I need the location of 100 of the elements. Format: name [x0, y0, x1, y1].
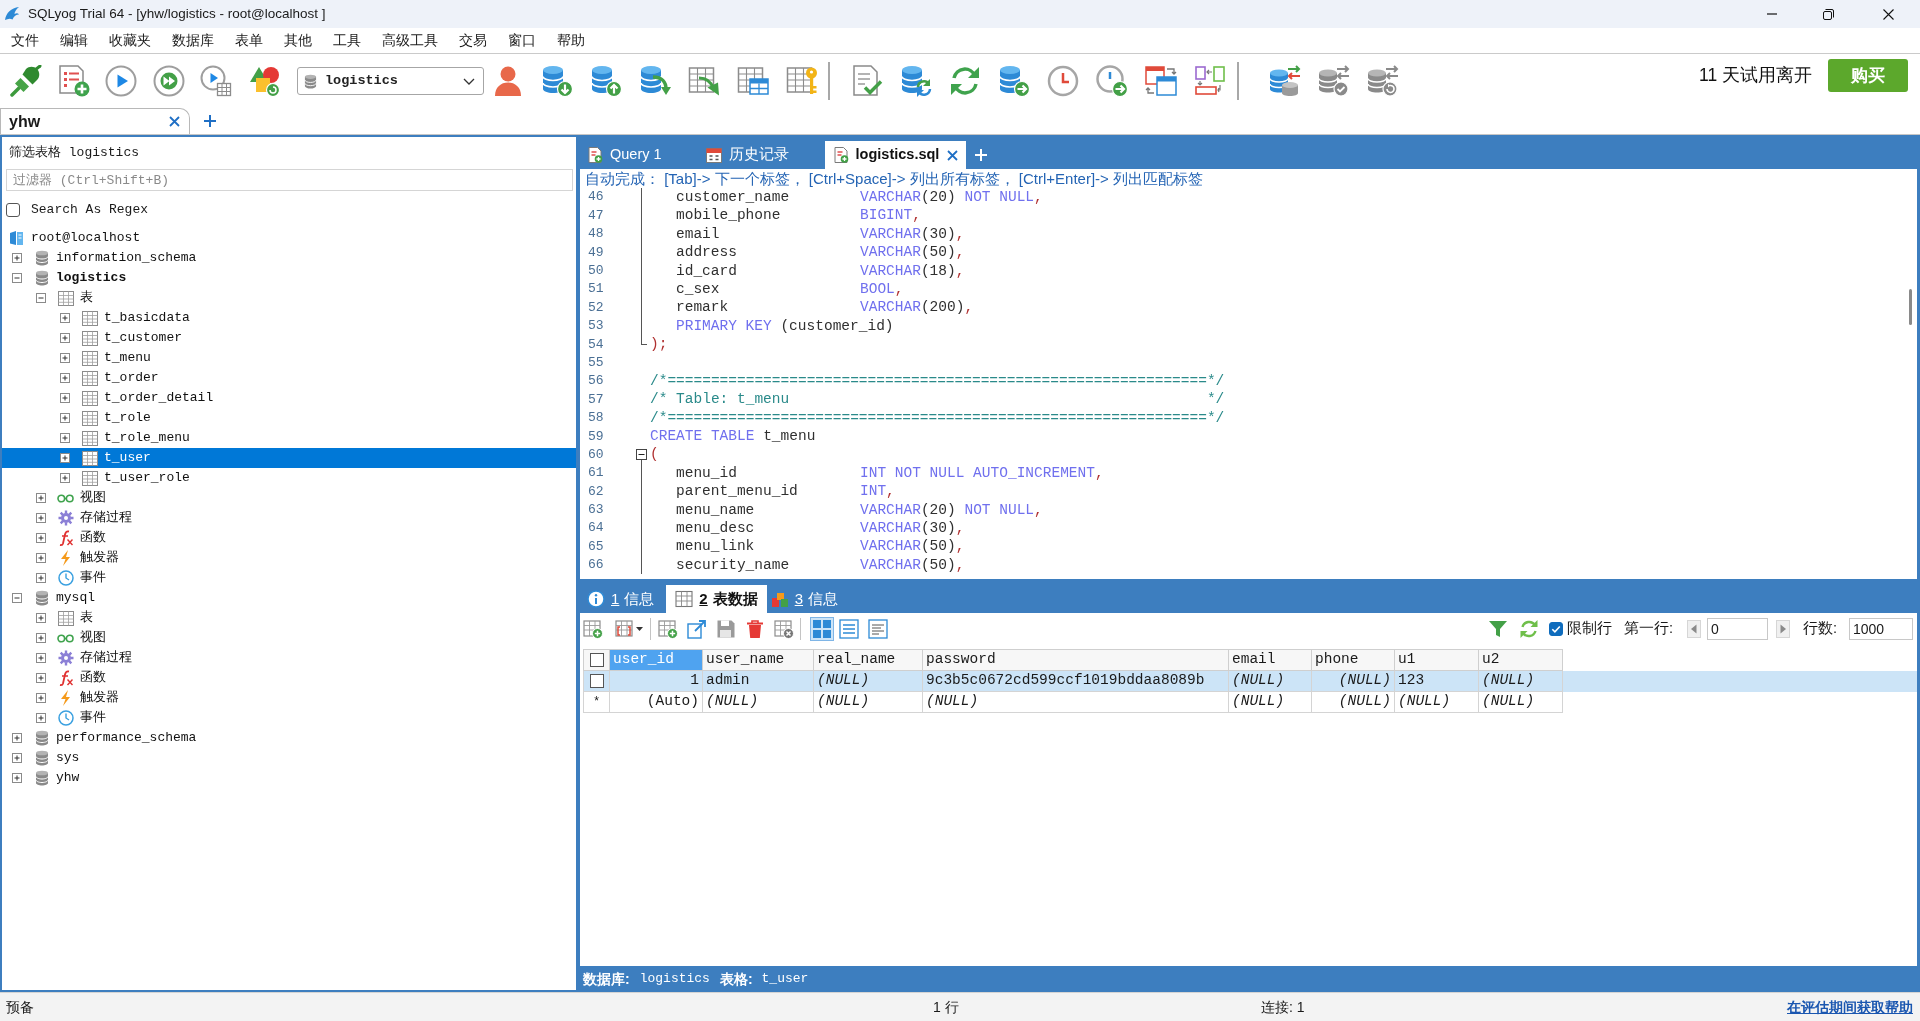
tree-item[interactable]: t_user_role	[104, 468, 190, 488]
fast-forward-icon[interactable]	[152, 65, 185, 97]
plus-box-icon[interactable]	[60, 313, 70, 323]
menu-item[interactable]: 文件	[11, 30, 39, 51]
plus-box-icon[interactable]	[12, 733, 22, 743]
menu-item[interactable]: 其他	[284, 30, 312, 51]
menu-item[interactable]: 数据库	[172, 30, 214, 51]
menu-item[interactable]: 编辑	[60, 30, 88, 51]
plus-box-icon[interactable]	[36, 673, 46, 683]
checkbox[interactable]	[6, 203, 20, 217]
restore-icon[interactable]	[1823, 8, 1834, 20]
plus-box-icon[interactable]	[60, 373, 70, 383]
menu-item[interactable]: 收藏夹	[109, 30, 151, 51]
plus-box-icon[interactable]	[60, 433, 70, 443]
plus-box-icon[interactable]	[36, 533, 46, 543]
windows-arrows-icon[interactable]	[1145, 65, 1177, 97]
menu-item[interactable]: 高级工具	[382, 30, 438, 51]
tree-item[interactable]: root@localhost	[31, 228, 141, 248]
table-add-icon[interactable]	[658, 619, 678, 639]
caret-icon[interactable]	[636, 627, 643, 631]
trash-icon[interactable]	[745, 619, 765, 639]
database-upload-icon[interactable]	[590, 65, 622, 97]
database-restore-icon[interactable]	[1367, 65, 1399, 97]
shapes-icon[interactable]	[247, 65, 280, 97]
plus-box-icon[interactable]	[36, 553, 46, 563]
minus-box-icon[interactable]	[12, 273, 22, 283]
column-header[interactable]: u1	[1395, 649, 1479, 671]
form-view-icon[interactable]	[837, 617, 861, 641]
plus-box-icon[interactable]	[60, 473, 70, 483]
menu-item[interactable]: 表单	[235, 30, 263, 51]
table-window-icon[interactable]	[737, 65, 769, 97]
database-select[interactable]: logistics	[297, 67, 484, 95]
close-icon[interactable]	[1883, 8, 1894, 20]
text-view-icon[interactable]	[866, 617, 890, 641]
database-transfer-icon[interactable]	[1269, 65, 1301, 97]
plus-box-icon[interactable]	[60, 453, 70, 463]
table-cancel-icon[interactable]	[774, 619, 794, 639]
plus-box-icon[interactable]	[60, 353, 70, 363]
plus-box-icon[interactable]	[36, 693, 46, 703]
tree-item[interactable]: 存储过程	[80, 508, 132, 528]
minus-box-icon[interactable]	[36, 293, 46, 303]
plus-box-icon[interactable]	[12, 253, 22, 263]
clock-icon[interactable]	[1047, 65, 1079, 97]
plus-box-icon[interactable]	[60, 393, 70, 403]
plus-box-icon[interactable]	[60, 413, 70, 423]
plus-box-icon[interactable]	[36, 713, 46, 723]
filter-field[interactable]: 过滤器 (Ctrl+Shift+B)	[6, 169, 573, 191]
refresh-icon[interactable]	[1518, 619, 1539, 639]
fold-minus-icon[interactable]	[636, 449, 647, 461]
plus-box-icon[interactable]	[36, 653, 46, 663]
help-link[interactable]: 在评估期间获取帮助	[1787, 996, 1913, 1018]
refresh-icon[interactable]	[949, 65, 981, 97]
row-count-field[interactable]: 1000	[1849, 618, 1913, 640]
tree-item[interactable]: 视图	[80, 628, 106, 648]
export-icon[interactable]	[687, 619, 707, 639]
first-row-field[interactable]: 0	[1706, 618, 1768, 640]
checkbox[interactable]	[589, 653, 604, 667]
connection-tab[interactable]: yhw	[0, 108, 190, 134]
column-header[interactable]: phone	[1312, 649, 1395, 671]
tree-item[interactable]: t_customer	[104, 328, 182, 348]
plus-box-icon[interactable]	[12, 753, 22, 763]
database-download-icon[interactable]	[541, 65, 573, 97]
database-arrow-icon[interactable]	[639, 65, 671, 97]
arrow-left-icon[interactable]	[1686, 620, 1701, 638]
editor-tab[interactable]: logistics.sql	[824, 141, 967, 169]
tree-item[interactable]: 事件	[80, 708, 106, 728]
result-tab[interactable]: 3 信息	[769, 589, 840, 609]
tree-item[interactable]: t_order_detail	[104, 388, 214, 408]
checkbox[interactable]	[1548, 622, 1563, 636]
document-add-icon[interactable]	[57, 65, 90, 97]
plus-box-icon[interactable]	[36, 513, 46, 523]
database-check-icon[interactable]	[1318, 65, 1350, 97]
document-check-icon[interactable]	[851, 65, 883, 97]
plus-icon[interactable]	[204, 115, 216, 127]
boxes-arrows-icon[interactable]	[1194, 65, 1226, 97]
editor-tab[interactable]: 历史记录	[704, 145, 790, 165]
plus-box-icon[interactable]	[36, 613, 46, 623]
tree-item[interactable]: 存储过程	[80, 648, 132, 668]
menu-item[interactable]: 工具	[333, 30, 361, 51]
clock-arrow-icon[interactable]	[1096, 65, 1128, 97]
plus-box-icon[interactable]	[36, 633, 46, 643]
tree-item[interactable]: 表	[80, 608, 93, 628]
result-tab[interactable]: 1 信息	[586, 589, 656, 609]
menu-item[interactable]: 交易	[459, 30, 487, 51]
table-arrow-icon[interactable]	[688, 65, 720, 97]
menu-item[interactable]: 帮助	[557, 30, 585, 51]
tree-item[interactable]: sys	[56, 748, 80, 768]
tree-item[interactable]: t_basicdata	[104, 308, 190, 328]
column-header[interactable]: real_name	[814, 649, 923, 671]
tree-item[interactable]: t_user	[104, 448, 151, 468]
tree-item[interactable]: information_schema	[56, 248, 197, 268]
database-export-icon[interactable]	[998, 65, 1030, 97]
tree-item[interactable]: 表	[80, 288, 93, 308]
plus-box-icon[interactable]	[36, 573, 46, 583]
tree-item[interactable]: yhw	[56, 768, 80, 788]
column-header[interactable]: u2	[1479, 649, 1563, 671]
database-sync-icon[interactable]	[900, 65, 932, 97]
tree-item[interactable]: logistics	[56, 268, 127, 288]
play-icon[interactable]	[105, 65, 137, 97]
tree-item[interactable]: 触发器	[80, 688, 119, 708]
